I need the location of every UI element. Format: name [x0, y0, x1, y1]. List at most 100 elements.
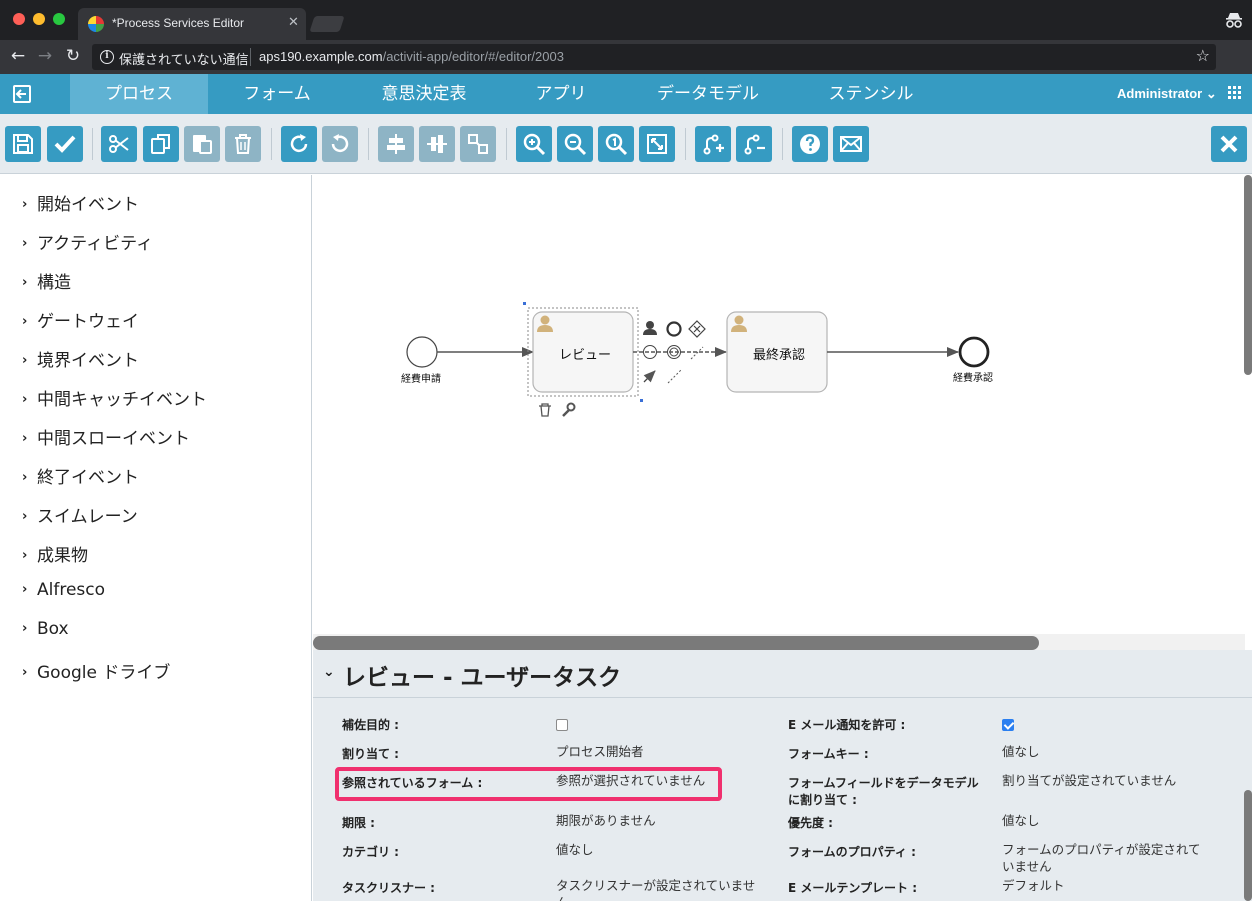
undo-button[interactable] [322, 126, 358, 162]
palette-group-structural[interactable]: › 構造 [22, 268, 71, 293]
association-icon[interactable] [690, 346, 704, 360]
property-value-form-properties[interactable]: フォームのプロパティが設定されていません [1002, 841, 1202, 875]
resize-handle[interactable] [523, 302, 526, 305]
start-event-label: 経費申請 [401, 374, 441, 385]
tab-close-icon[interactable]: ✕ [288, 15, 299, 30]
tab-apps[interactable]: アプリ [502, 74, 620, 114]
tab-forms[interactable]: フォーム [208, 74, 346, 114]
delete-button[interactable] [225, 126, 261, 162]
bookmark-star-icon[interactable]: ☆ [1196, 46, 1210, 65]
vertical-scrollbar[interactable] [1244, 175, 1252, 375]
save-button[interactable] [5, 126, 41, 162]
chevron-right-icon: › [22, 314, 28, 329]
sequence-flow-icon[interactable] [643, 370, 656, 383]
checkbox-email-notification[interactable] [1002, 719, 1014, 731]
user-task-icon[interactable] [643, 321, 657, 335]
diagram-canvas[interactable]: 経費申請 レビュー 最終承認 経費承認 [313, 175, 1252, 650]
forward-button[interactable]: → [35, 46, 55, 66]
property-value-form-field-mapping[interactable]: 割り当てが設定されていません [1002, 772, 1176, 789]
association-icon[interactable] [667, 368, 683, 384]
same-size-button[interactable] [460, 126, 496, 162]
validate-button[interactable] [47, 126, 83, 162]
wrench-icon[interactable] [562, 402, 576, 417]
same-size-icon [468, 134, 488, 154]
gateway-icon[interactable] [688, 320, 706, 338]
vertical-scrollbar[interactable] [1244, 790, 1252, 901]
cut-button[interactable] [101, 126, 137, 162]
palette-group-activities[interactable]: › アクティビティ [22, 229, 153, 254]
palette-group-gateways[interactable]: › ゲートウェイ [22, 307, 139, 332]
resize-handle[interactable] [640, 399, 643, 402]
palette-group-artifacts[interactable]: › 成果物 [22, 541, 88, 566]
tab-stencils[interactable]: ステンシル [796, 74, 946, 114]
trash-icon [235, 134, 251, 154]
property-value-email-template[interactable]: デフォルト [1002, 877, 1065, 894]
palette-group-end-events[interactable]: › 終了イベント [22, 463, 139, 488]
end-event-icon[interactable] [666, 321, 682, 337]
remove-bendpoint-button[interactable] [736, 126, 772, 162]
back-button[interactable]: ← [8, 46, 28, 66]
close-editor-button[interactable] [1211, 126, 1247, 162]
start-event[interactable] [406, 336, 438, 368]
tab-process[interactable]: プロセス [70, 74, 208, 114]
palette-group-boundary-events[interactable]: › 境界イベント [22, 346, 139, 371]
palette-group-throw-events[interactable]: › 中間スローイベント [22, 424, 190, 449]
divider [685, 128, 686, 160]
redo-button[interactable] [281, 126, 317, 162]
apps-grid-icon[interactable] [1228, 86, 1242, 100]
new-tab-button[interactable] [309, 16, 345, 32]
palette-group-label: Box [37, 619, 69, 639]
property-value-form-key[interactable]: 値なし [1002, 743, 1040, 760]
window-close-button[interactable] [13, 13, 25, 25]
property-label: カテゴリ : [342, 845, 399, 859]
chevron-right-icon: › [22, 275, 28, 290]
align-vertical-button[interactable] [419, 126, 455, 162]
tab-favicon-icon [88, 16, 104, 32]
zoom-fit-button[interactable] [639, 126, 675, 162]
palette-group-box[interactable]: › Box [22, 619, 69, 641]
align-horizontal-button[interactable] [378, 126, 414, 162]
property-label: E メール通知を許可 : [788, 718, 906, 732]
properties-header[interactable]: ⌄ レビュー - ユーザータスク [313, 650, 1252, 698]
zoom-out-button[interactable] [557, 126, 593, 162]
palette-group-swimlanes[interactable]: › スイムレーン [22, 502, 138, 527]
add-bendpoint-button[interactable] [695, 126, 731, 162]
property-value-task-listeners[interactable]: タスクリスナーが設定されていません [556, 877, 756, 901]
tab-data-models[interactable]: データモデル [620, 74, 796, 114]
shape-palette: › 開始イベント › アクティビティ › 構造 › ゲートウェイ › 境界イベント › 中間… [0, 175, 312, 901]
chevron-right-icon: › [22, 392, 28, 407]
horizontal-scroll-thumb[interactable] [313, 636, 1039, 650]
property-label: 期限 : [342, 816, 375, 830]
property-value-category[interactable]: 値なし [556, 841, 594, 858]
info-icon[interactable]: i [100, 50, 114, 64]
palette-group-catch-events[interactable]: › 中間キャッチイベント [22, 385, 207, 410]
palette-group-alfresco[interactable]: › Alfresco [22, 580, 105, 602]
trash-icon[interactable] [539, 403, 551, 417]
paste-button[interactable] [184, 126, 220, 162]
property-value-referenced-form[interactable]: 参照が選択されていません [556, 772, 705, 789]
chevron-down-icon[interactable]: ⌄ [323, 664, 335, 680]
window-minimize-button[interactable] [33, 13, 45, 25]
help-button[interactable] [792, 126, 828, 162]
tab-decision-tables[interactable]: 意思決定表 [346, 74, 502, 114]
property-value-due-date[interactable]: 期限がありません [556, 812, 656, 829]
feedback-button[interactable] [833, 126, 869, 162]
reload-button[interactable]: ↻ [63, 46, 83, 66]
window-zoom-button[interactable] [53, 13, 65, 25]
chevron-right-icon: › [22, 665, 28, 680]
zoom-actual-button[interactable] [598, 126, 634, 162]
property-value-priority[interactable]: 値なし [1002, 812, 1040, 829]
palette-group-start-events[interactable]: › 開始イベント [22, 190, 139, 215]
horizontal-scrollbar[interactable] [313, 634, 1245, 650]
user-name: Administrator [1117, 86, 1203, 101]
end-event[interactable] [958, 336, 990, 368]
url-field[interactable]: i 保護されていない通信 aps190.example.com/activiti… [92, 44, 1216, 70]
back-to-app-icon[interactable] [12, 84, 32, 104]
user-menu[interactable]: Administrator ⌄ [1117, 86, 1217, 102]
browser-tab[interactable]: *Process Services Editor ✕ [78, 8, 306, 40]
palette-group-google-drive[interactable]: › Google ドライブ [22, 658, 170, 683]
zoom-in-button[interactable] [516, 126, 552, 162]
copy-button[interactable] [143, 126, 179, 162]
property-value-assignment[interactable]: プロセス開始者 [556, 743, 644, 760]
checkbox-async[interactable] [556, 719, 568, 731]
